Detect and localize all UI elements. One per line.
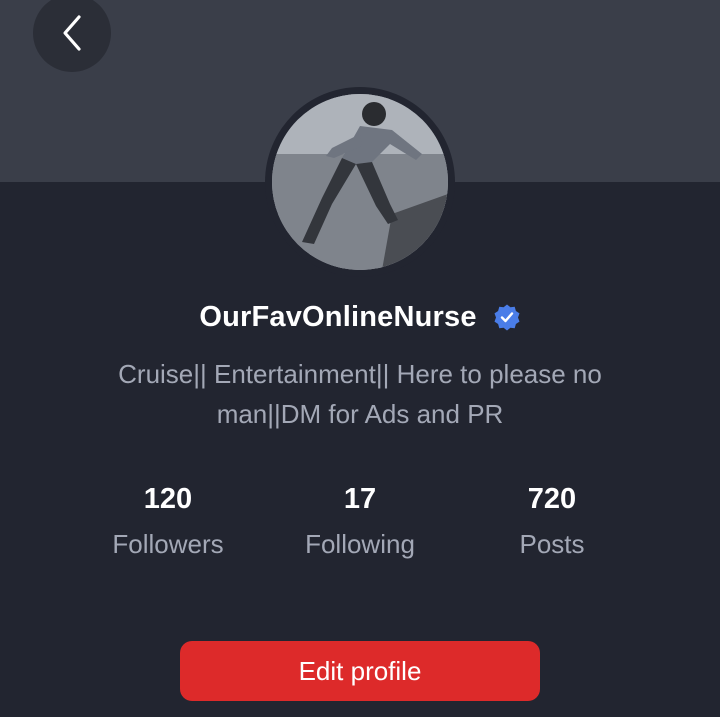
posts-stat[interactable]: 720 Posts (467, 478, 637, 568)
following-stat[interactable]: 17 Following (275, 478, 445, 568)
profile-stats: 120 Followers 17 Following 720 Posts (0, 478, 720, 568)
following-label: Following (305, 529, 415, 559)
bio-line: man||DM for Ads and PR (216, 399, 504, 429)
bio-line: Cruise|| Entertainment|| Here to please … (118, 359, 602, 389)
avatar[interactable] (265, 87, 455, 277)
username-row: OurFavOnlineNurse (0, 292, 720, 342)
username: OurFavOnlineNurse (199, 300, 477, 333)
profile-bio: Cruise|| Entertainment|| Here to please … (90, 354, 630, 434)
posts-label: Posts (519, 529, 585, 559)
followers-label: Followers (112, 529, 224, 559)
posts-count: 720 (527, 483, 577, 515)
following-count: 17 (343, 483, 377, 515)
chevron-left-icon (63, 15, 81, 51)
profile-photo (272, 94, 448, 270)
verified-badge-icon (493, 303, 521, 331)
edit-profile-button[interactable]: Edit profile (180, 641, 540, 701)
followers-count: 120 (143, 483, 193, 515)
followers-stat[interactable]: 120 Followers (83, 478, 253, 568)
